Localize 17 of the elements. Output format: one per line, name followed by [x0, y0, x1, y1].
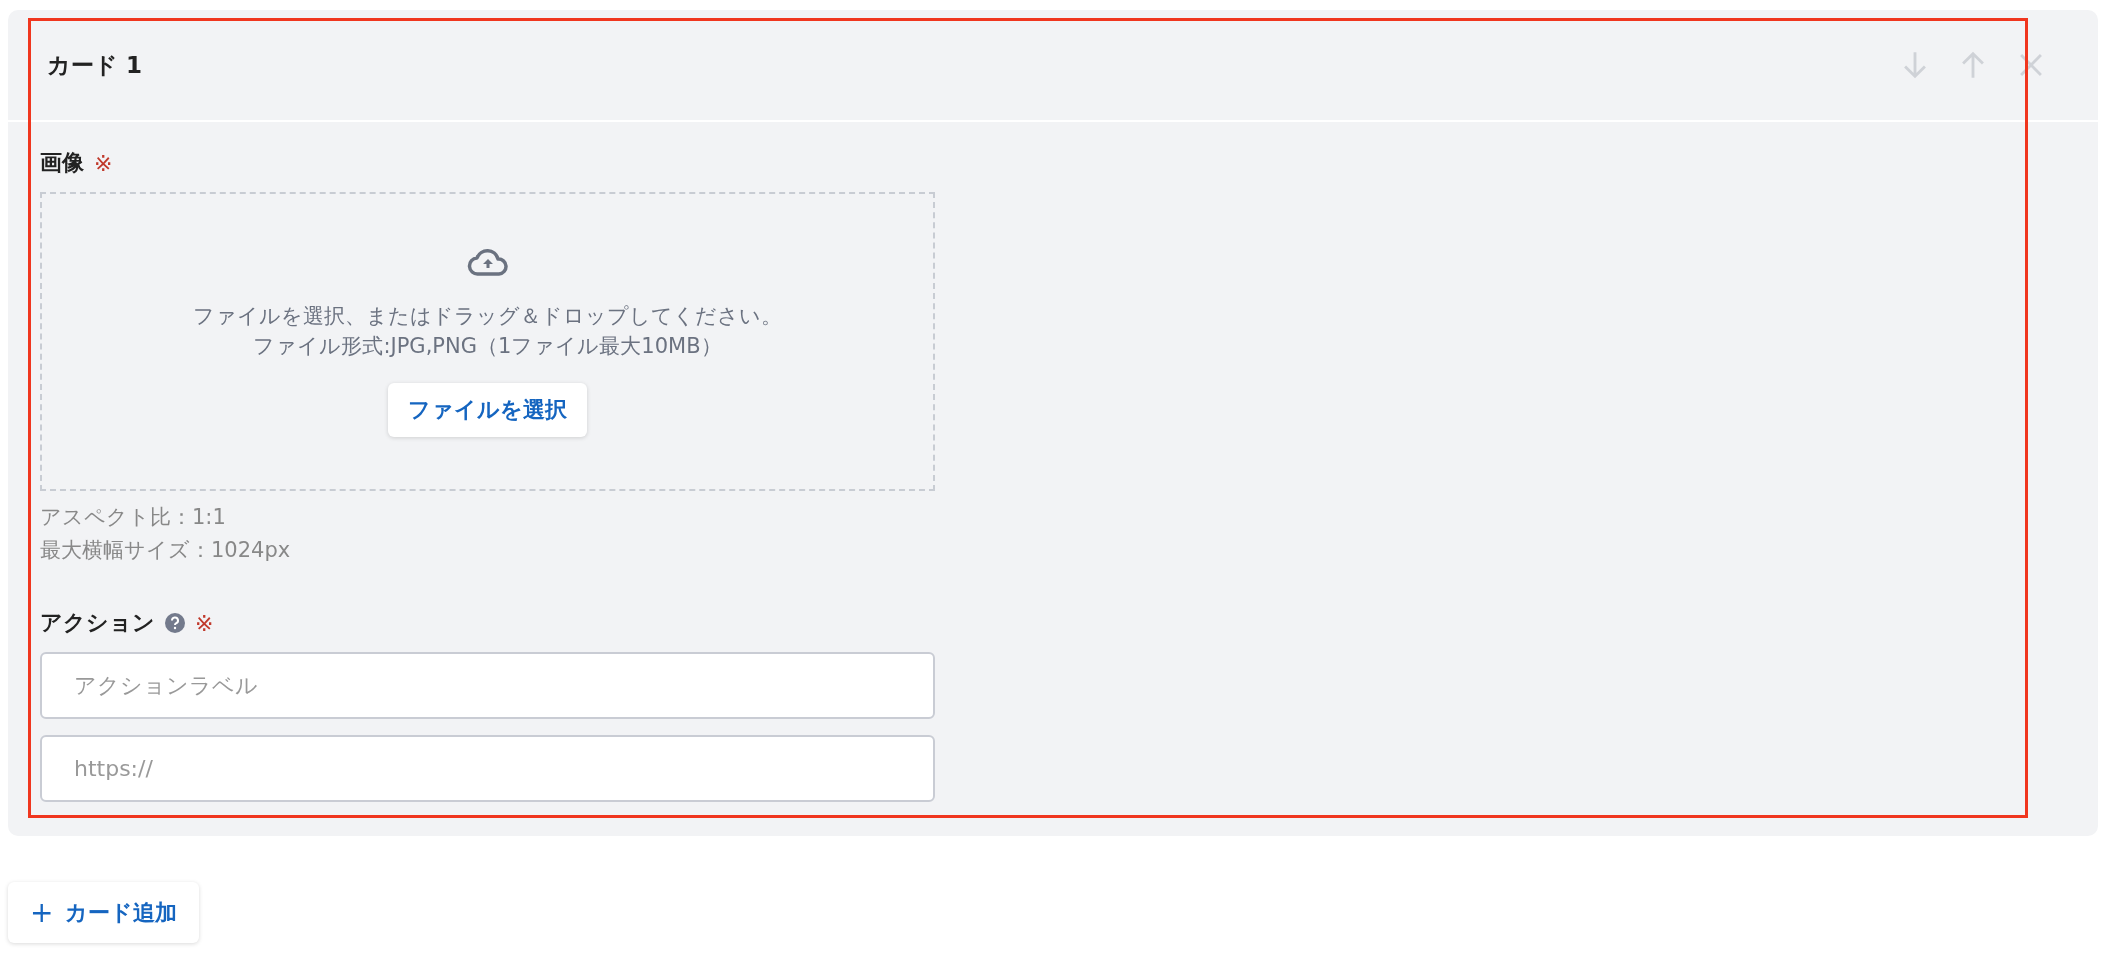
help-icon[interactable]	[165, 613, 185, 634]
input-field[interactable]: https://	[40, 735, 935, 803]
image-requirement: アスペクト比：1:1	[40, 504, 227, 531]
file-format-note: ファイル形式:JPG,PNG（1ファイル最大10MB）	[253, 332, 722, 360]
field-label: アクション	[40, 609, 155, 638]
card-title: カード 1	[47, 50, 142, 80]
required-mark: ※	[195, 610, 214, 636]
input-field[interactable]: アクションラベル	[40, 652, 935, 720]
cloud-upload-icon	[465, 246, 510, 279]
select-file-button[interactable]: ファイルを選択	[388, 382, 587, 437]
field-label: 画像	[40, 149, 84, 177]
file-dropzone[interactable]: ファイルを選択、またはドラッグ＆ドロップしてください。 ファイル形式:JPG,PNG（1ファイル最大10MB） ファイルを選択	[40, 192, 935, 491]
upload-instruction: ファイルを選択、またはドラッグ＆ドロップしてください。	[193, 303, 782, 331]
add-card-button[interactable]: + カード追加	[8, 882, 200, 944]
required-mark: ※	[94, 150, 113, 176]
plus-icon: +	[30, 896, 54, 930]
image-requirement: 最大横幅サイズ：1024px	[40, 536, 292, 564]
